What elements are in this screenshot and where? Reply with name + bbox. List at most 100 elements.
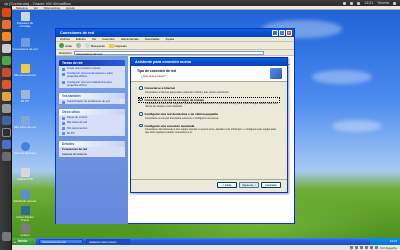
cancel-button[interactable]: Cancelar <box>261 182 281 188</box>
radio-home-network[interactable] <box>139 112 143 116</box>
volume-icon[interactable] <box>350 1 354 5</box>
wizard-buttons: < Atrás Siguiente > Cancelar <box>217 182 281 188</box>
place-my-computer[interactable]: Mi PC <box>59 131 125 136</box>
xp-taskbar: Inicio Conexiones de red Asistente para … <box>12 238 400 245</box>
vm-menu-devices[interactable]: Dispositivos <box>44 6 60 10</box>
host-key: Ctrl Derecho <box>380 245 397 250</box>
option-home-network[interactable]: Configurar una red doméstica o de oficin… <box>139 112 279 120</box>
option-internet[interactable]: Conectarse a Internet Conectarse a Inter… <box>139 86 279 94</box>
back-button[interactable]: Atrás <box>59 43 72 48</box>
other-places-panel: Otros sitios Panel de control Mis sitios… <box>59 109 125 137</box>
network-icon[interactable] <box>343 1 347 5</box>
desktop-icon-packet-tracer[interactable]: Cisco Packet Tracer <box>12 206 38 223</box>
desktop-icon-ftp[interactable]: Cliente FTP <box>12 168 38 181</box>
firefox-icon[interactable] <box>1 32 11 41</box>
desktop-icon-recycle-bin[interactable]: Papelera de reciclaje <box>12 12 38 29</box>
vm-menu-machine[interactable]: Máquina <box>16 6 28 10</box>
back-button[interactable]: < Atrás <box>217 182 237 188</box>
menu-view[interactable]: Ver <box>92 37 97 41</box>
calc-icon[interactable] <box>1 56 11 65</box>
see-also-troubleshooter[interactable]: Solucionador de problemas de red <box>59 99 125 104</box>
menu-advanced[interactable]: Avanzadas <box>145 37 160 41</box>
radio-workplace[interactable] <box>139 97 143 102</box>
hdd-icon[interactable] <box>350 246 354 249</box>
folders-button[interactable]: Carpetas <box>108 43 127 48</box>
shared-folder-icon[interactable] <box>370 246 374 249</box>
router-icon <box>20 224 30 233</box>
desktop-icon-remote-desktop[interactable]: Escritorio remoto <box>12 190 38 203</box>
details-panel: Detalles Conexiones de red Carpeta del s… <box>59 141 125 158</box>
desktop-icon-internet-explorer[interactable]: Internet Explorer <box>12 142 38 155</box>
usb-icon[interactable] <box>360 246 364 249</box>
desktop-icon-network-connections[interactable]: Conexiones de red <box>12 38 38 51</box>
search-icon <box>85 43 91 48</box>
start-button[interactable]: Inicio <box>12 238 36 245</box>
dash-icon[interactable] <box>1 8 11 17</box>
maximize-button[interactable]: □ <box>279 30 285 36</box>
ftp-icon <box>20 168 30 177</box>
taskbar-clock[interactable]: 13:21 <box>370 238 400 245</box>
clock[interactable]: 13:21 <box>364 1 373 5</box>
close-button[interactable]: × <box>286 30 292 36</box>
writer-icon[interactable] <box>1 44 11 53</box>
network-places-icon <box>20 116 30 125</box>
network-folder-icon <box>20 38 30 47</box>
menu-edit[interactable]: Edición <box>76 37 86 41</box>
software-center-icon[interactable] <box>1 80 11 89</box>
vm-menu-view[interactable]: Ver <box>34 6 39 10</box>
network-status-icon[interactable] <box>365 246 369 249</box>
forward-button[interactable] <box>76 43 82 48</box>
wizard-header-subtitle: ¿Qué desea hacer? <box>141 73 166 78</box>
radio-internet[interactable] <box>139 86 143 90</box>
desktop-icon-network-places[interactable]: Mis sitios de red <box>12 116 38 129</box>
settings-icon[interactable] <box>1 104 11 113</box>
folder-icon <box>20 64 30 73</box>
menu-file[interactable]: Archivo <box>60 37 70 41</box>
vbox-status-bar: Ctrl Derecho <box>12 245 400 250</box>
explorer-title: Conexiones de red <box>60 31 94 35</box>
menu-help[interactable]: Ayuda <box>166 37 174 41</box>
forward-arrow-icon <box>76 43 82 48</box>
address-input[interactable]: Conexiones de red <box>73 50 264 56</box>
menu-tools[interactable]: Herramientas <box>121 37 139 41</box>
desktop-icon-router1[interactable]: router1 <box>12 224 38 237</box>
task-connection-wizard[interactable]: Asistente para conexi... <box>86 238 130 245</box>
power-icon[interactable] <box>393 1 396 5</box>
trash-icon[interactable] <box>1 232 11 241</box>
radio-advanced[interactable] <box>139 123 143 128</box>
cd-icon[interactable] <box>355 246 359 249</box>
explorer-toolbar: Atrás Búsqueda Carpetas <box>56 42 294 50</box>
desktop-icon-my-documents[interactable]: Mis documentos <box>12 64 38 77</box>
computer-icon <box>20 90 30 99</box>
files-icon[interactable] <box>1 20 11 29</box>
mouse-integration-icon[interactable] <box>375 246 379 249</box>
impress-icon[interactable] <box>1 68 11 77</box>
minimize-button[interactable]: _ <box>272 30 278 36</box>
virtualbox-icon[interactable] <box>1 116 11 125</box>
option-advanced[interactable]: Configurar una conexión avanzada Conecta… <box>139 123 279 134</box>
mail-icon[interactable] <box>357 1 361 5</box>
xp-vm-icon[interactable] <box>1 140 11 149</box>
wizard-title-bar[interactable]: Asistente para conexión nueva <box>131 58 287 66</box>
packet-tracer-icon <box>20 206 30 215</box>
folder-icon <box>108 43 114 48</box>
option-workplace[interactable]: Conectarse a la red de mi lugar de traba… <box>138 96 280 108</box>
menu-favorites[interactable]: Favoritos <box>102 37 114 41</box>
workspace-icon[interactable] <box>1 152 11 161</box>
recycle-bin-icon <box>20 12 30 21</box>
task-network-connections[interactable]: Conexiones de red <box>39 238 83 245</box>
wizard-divider <box>131 179 287 180</box>
explorer-title-bar[interactable]: Conexiones de red _ □ × <box>56 29 294 37</box>
search-button[interactable]: Búsqueda <box>85 43 105 48</box>
next-button[interactable]: Siguiente > <box>239 182 259 188</box>
task-pane: Tareas de red Crear una conexión nueva C… <box>56 56 128 224</box>
terminal-icon[interactable] <box>1 128 11 137</box>
ubuntu-one-icon[interactable] <box>1 92 11 101</box>
vm-menu-help[interactable]: Ayuda <box>66 6 74 10</box>
wizard-options: Conectarse a Internet Conectarse a Inter… <box>131 82 287 134</box>
desktop-icon-my-computer[interactable]: Mi PC <box>12 90 38 103</box>
task-setup-home-network[interactable]: Configurar una red doméstica o para pequ… <box>59 71 125 79</box>
task-setup-wireless[interactable]: Configurar una red inalámbrica para pequ… <box>59 80 125 88</box>
user-name[interactable]: Yeceria <box>377 1 389 5</box>
internet-explorer-icon <box>20 142 30 151</box>
